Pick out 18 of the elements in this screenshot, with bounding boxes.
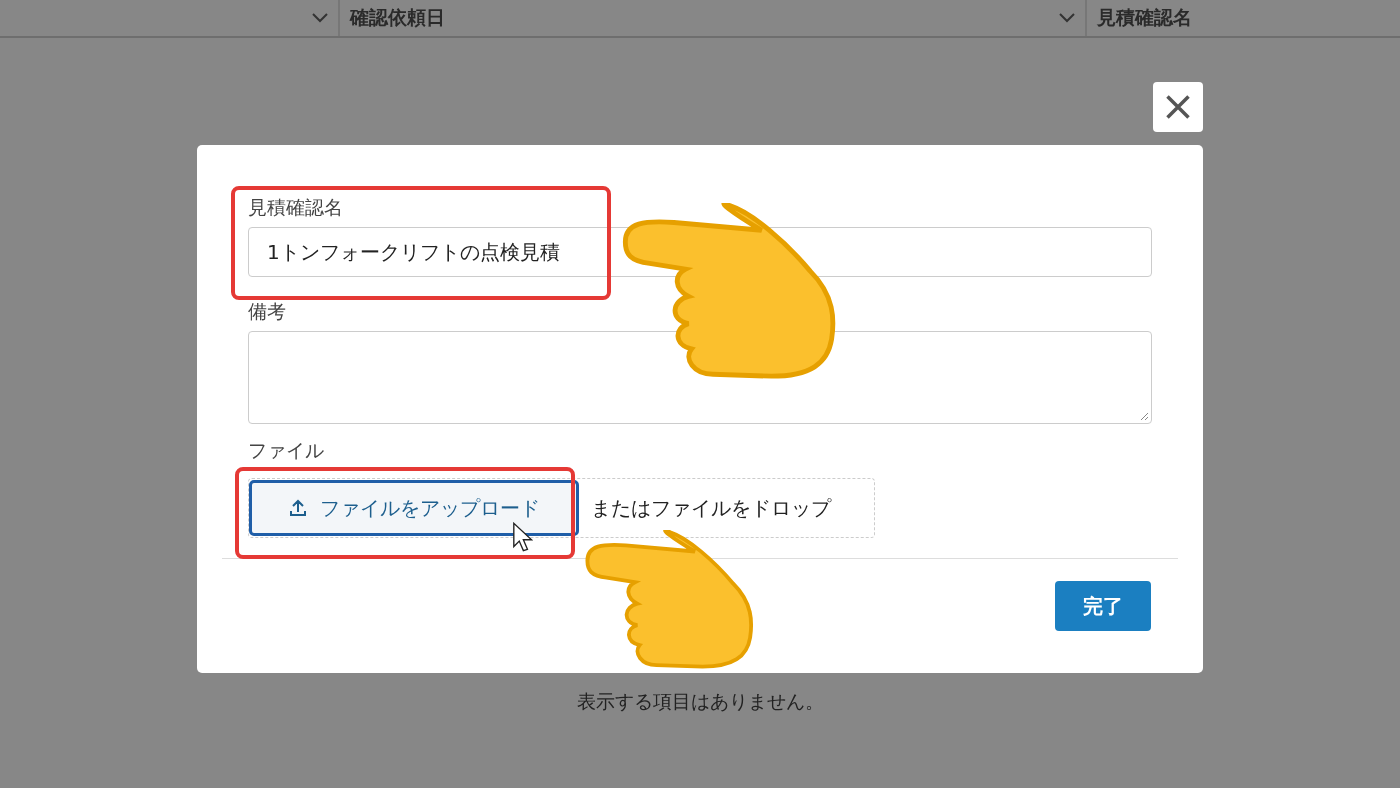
cursor-icon: [511, 522, 533, 552]
upload-icon: [288, 498, 308, 518]
chevron-down-icon[interactable]: [1059, 13, 1075, 23]
field-label: 見積確認名: [248, 195, 343, 220]
done-button[interactable]: 完了: [1055, 581, 1151, 631]
field-label: 備考: [248, 299, 286, 324]
close-icon: [1164, 93, 1192, 121]
drop-hint: またはファイルをドロップ: [591, 494, 831, 522]
column-header: 確認依頼日: [350, 5, 445, 30]
drop-zone[interactable]: ファイルをアップロード またはファイルをドロップ: [248, 478, 875, 538]
chevron-down-icon[interactable]: [312, 13, 328, 23]
upload-button[interactable]: ファイルをアップロード: [249, 480, 579, 536]
column-header: 見積確認名: [1097, 5, 1192, 30]
close-button[interactable]: [1153, 82, 1203, 132]
resize-grip-icon[interactable]: [1139, 411, 1149, 421]
textarea-field[interactable]: [248, 331, 1152, 424]
field-label: ファイル: [248, 438, 324, 463]
empty-message: 表示する項目はありません。: [576, 689, 824, 714]
